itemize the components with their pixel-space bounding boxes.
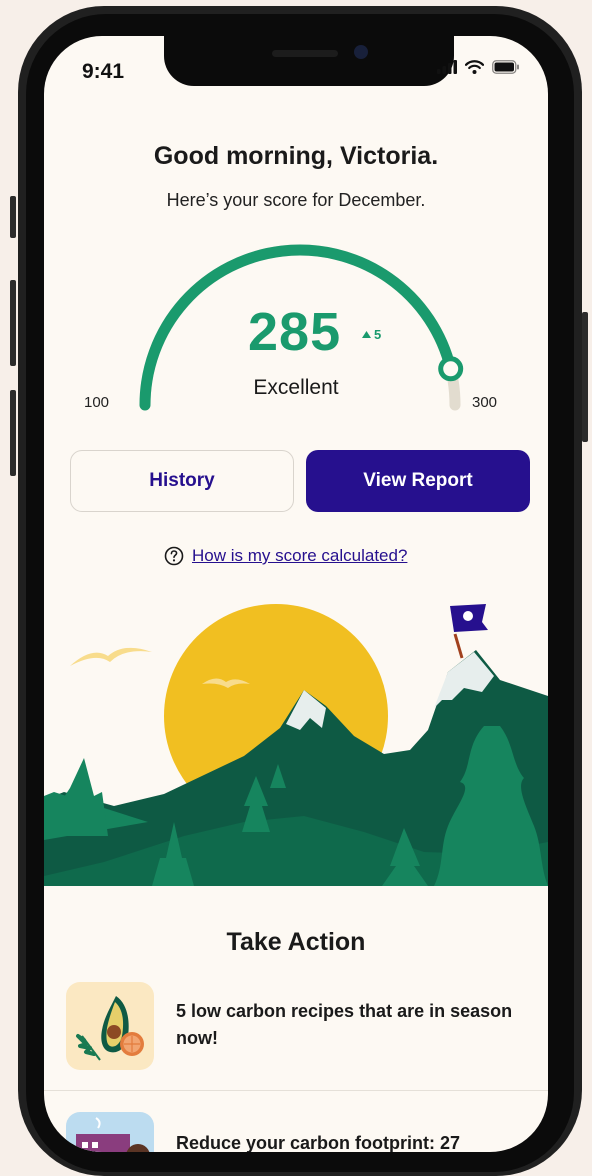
triangle-up-icon [362,331,371,338]
action-item[interactable]: Reduce your carbon footprint: 27 [44,1112,548,1152]
home-icon [76,1117,150,1152]
flag-emblem [463,611,473,621]
wifi-icon [465,60,484,74]
recipe-thumbnail [66,982,154,1070]
status-time: 9:41 [82,60,125,83]
history-button[interactable]: History [70,450,294,512]
score-help-text: How is my score calculated? [192,546,408,565]
mountain-illustration [44,604,548,886]
home-thumbnail [66,1112,154,1152]
score-change-value: 5 [374,327,382,342]
greeting-title: Good morning, Victoria. [153,142,439,170]
notch [164,36,454,86]
score-help-link[interactable]: How is my score calculated? [164,546,407,566]
take-action-title: Take Action [226,928,366,956]
score-change: 5 [362,327,381,342]
action-item-text: 5 low carbon recipes that are in season … [176,1001,513,1048]
view-report-button[interactable]: View Report [306,450,530,512]
volume-down-button [10,390,16,476]
gauge-min-label: 100 [84,394,110,411]
power-button [582,312,588,442]
action-item[interactable]: 5 low carbon recipes that are in season … [44,982,548,1082]
speaker [272,50,338,57]
action-item-text: Reduce your carbon footprint: 27 [176,1133,461,1152]
signal-icon [437,60,457,74]
bird [70,647,152,666]
flag-pole [453,633,464,659]
score-subtitle: Here’s your score for December. [166,190,426,210]
status-icons [437,60,520,74]
battery-icon [492,60,519,74]
front-camera [354,45,368,59]
divider [44,1090,548,1091]
avocado-icon [76,996,144,1061]
question-circle-icon [164,546,184,566]
volume-up-button [10,280,16,366]
gauge-max-label: 300 [472,394,498,411]
app-screen: 9:41 Good morning, Victoria. Here’s your… [44,36,548,1152]
score-value: 285 [248,302,342,362]
silent-switch [10,196,16,238]
